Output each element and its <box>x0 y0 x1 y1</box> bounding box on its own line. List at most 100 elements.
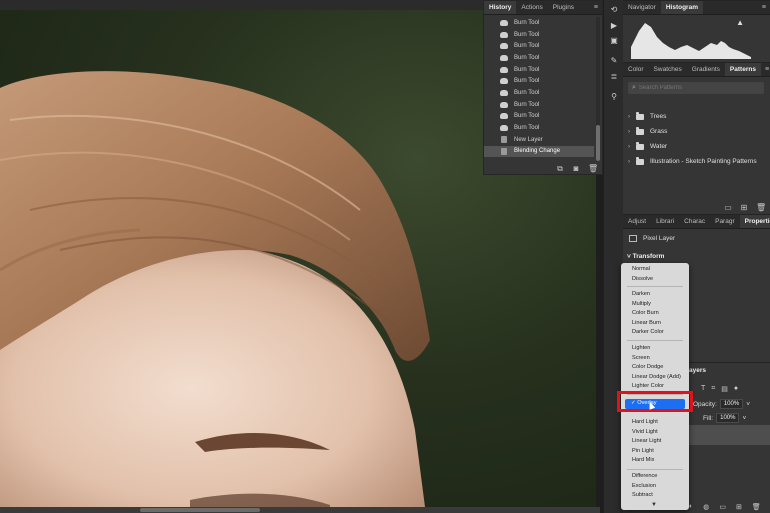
plugins-icon[interactable]: ▣ <box>609 36 619 46</box>
tab-gradients[interactable]: Gradients <box>687 63 725 76</box>
blend-mode-option[interactable]: Color Dodge <box>621 363 689 373</box>
tab-actions[interactable]: Actions <box>516 1 547 14</box>
chevron-right-icon[interactable]: › <box>628 114 636 120</box>
chevron-right-icon[interactable]: › <box>628 159 636 165</box>
blend-mode-option[interactable]: Darker Color <box>621 328 689 338</box>
shape-filter-icon[interactable]: ⌗ <box>711 385 715 393</box>
blend-mode-option[interactable]: Subtract <box>621 491 689 501</box>
history-item[interactable]: Burn Tool <box>484 122 594 134</box>
new-pattern-icon[interactable]: ⊞ <box>740 204 748 212</box>
blend-mode-option[interactable]: Darken <box>621 290 689 300</box>
brush-settings-icon[interactable]: ✎ <box>609 56 619 66</box>
opacity-input[interactable]: 100% <box>719 399 744 409</box>
blend-mode-option[interactable]: Multiply <box>621 300 689 310</box>
scrollbar-thumb[interactable] <box>140 508 260 512</box>
pattern-folder[interactable]: › Trees <box>623 109 770 124</box>
trash-icon[interactable]: 🗑 <box>752 503 761 511</box>
panel-menu-icon[interactable]: ≡ <box>761 63 770 76</box>
history-scroll-thumb[interactable] <box>596 125 600 161</box>
blend-mode-option[interactable]: Exclusion <box>621 482 689 492</box>
history-list: Burn Tool Burn Tool Burn Tool Burn Tool … <box>484 17 594 158</box>
history-item[interactable]: Burn Tool <box>484 40 594 52</box>
panel-menu-icon[interactable]: ≡ <box>590 1 602 14</box>
chevron-right-icon[interactable]: › <box>628 144 636 150</box>
blend-mode-option[interactable]: Color Burn <box>621 309 689 319</box>
blend-mode-option[interactable]: Pin Light <box>621 447 689 457</box>
tab-paragraph[interactable]: Paragr <box>710 215 740 228</box>
snapshot-camera-icon[interactable]: ◙ <box>572 165 580 173</box>
blend-mode-option[interactable]: Hard Light <box>621 418 689 428</box>
layers-footer: ◐ ◍ ▭ ⊞ 🗑 <box>689 503 761 511</box>
canvas-horizontal-scrollbar[interactable] <box>0 507 600 513</box>
blend-mode-option[interactable]: Difference <box>621 472 689 482</box>
transform-section-header[interactable]: ˅ Transform <box>627 253 664 260</box>
history-item[interactable]: Burn Tool <box>484 75 594 87</box>
type-filter-icon[interactable]: T <box>701 385 705 393</box>
blend-mode-option[interactable]: Hard Mix <box>621 456 689 466</box>
filter-toggle-icon[interactable]: ● <box>734 385 738 393</box>
tab-patterns[interactable]: Patterns <box>724 63 761 76</box>
layer-mask-icon[interactable]: ◐ <box>689 503 693 511</box>
blend-mode-dropdown[interactable]: Normal Dissolve Darken Multiply Color Bu… <box>621 263 689 510</box>
tab-navigator[interactable]: Navigator <box>623 1 661 14</box>
blend-mode-option[interactable]: Vivid Light <box>621 428 689 438</box>
blend-mode-option[interactable]: Screen <box>621 354 689 364</box>
trash-icon[interactable]: 🗑 <box>756 204 766 212</box>
cache-warning-icon[interactable]: ▲ <box>736 18 744 27</box>
trash-icon[interactable]: 🗑 <box>588 165 598 173</box>
opacity-dropdown-icon[interactable]: ˅ <box>746 401 750 408</box>
pattern-folder[interactable]: › Illustration - Sketch Painting Patterns <box>623 154 770 169</box>
tab-libraries[interactable]: Librari <box>651 215 679 228</box>
pattern-folder[interactable]: › Grass <box>623 124 770 139</box>
history-item-label: New Layer <box>514 136 543 143</box>
blend-mode-option[interactable]: Linear Dodge (Add) <box>621 373 689 383</box>
smart-object-filter-icon[interactable]: ▤ <box>721 385 728 393</box>
tab-character[interactable]: Charac <box>679 215 710 228</box>
history-item[interactable]: Burn Tool <box>484 52 594 64</box>
panel-menu-icon[interactable]: ≡ <box>758 1 770 14</box>
blend-mode-option[interactable]: Dissolve <box>621 275 689 285</box>
new-document-from-state-icon[interactable]: ⧉ <box>556 165 564 173</box>
tab-plugins[interactable]: Plugins <box>548 1 579 14</box>
history-item[interactable]: Burn Tool <box>484 111 594 123</box>
history-item[interactable]: Burn Tool <box>484 64 594 76</box>
history-panel-icon[interactable]: ⟲ <box>609 5 619 15</box>
overlay-highlight-box <box>617 391 693 412</box>
tab-swatches[interactable]: Swatches <box>649 63 687 76</box>
history-item[interactable]: Burn Tool <box>484 29 594 41</box>
history-item[interactable]: Burn Tool <box>484 99 594 111</box>
scroll-down-arrow-icon[interactable]: ▼ <box>651 502 657 508</box>
layer-row[interactable] <box>687 425 770 445</box>
history-item[interactable]: Burn Tool <box>484 17 594 29</box>
tab-properties[interactable]: Properties <box>739 215 770 228</box>
pixel-layer-header: Pixel Layer <box>629 235 675 242</box>
pattern-folder[interactable]: › Water <box>623 139 770 154</box>
history-item[interactable]: Burn Tool <box>484 87 594 99</box>
pattern-folder-label: Water <box>650 143 668 150</box>
tab-color[interactable]: Color <box>623 63 649 76</box>
tab-adjustments[interactable]: Adjust <box>623 215 651 228</box>
fill-dropdown-icon[interactable]: ˅ <box>742 415 746 422</box>
history-item-selected[interactable]: Blending Change <box>484 145 594 158</box>
tab-history[interactable]: History <box>484 1 517 14</box>
clone-source-icon[interactable]: ⚲ <box>609 92 619 102</box>
burn-tool-icon <box>500 66 508 73</box>
new-layer-icon[interactable]: ⊞ <box>736 503 742 511</box>
fill-input[interactable]: 100% <box>716 413 740 423</box>
patterns-search[interactable]: ⌕ <box>628 82 764 94</box>
new-group-folder-icon[interactable]: ▭ <box>724 204 732 212</box>
adjustments-icon[interactable]: ≣ <box>609 72 619 82</box>
history-scrollbar[interactable] <box>596 17 600 161</box>
layer-filter-icons: T ⌗ ▤ ● <box>701 385 738 393</box>
chevron-right-icon[interactable]: › <box>628 129 636 135</box>
blend-mode-option[interactable]: Lighten <box>621 344 689 354</box>
adjustment-layer-icon[interactable]: ◍ <box>703 503 709 511</box>
patterns-search-input[interactable] <box>638 85 749 91</box>
blend-mode-option[interactable]: Linear Light <box>621 437 689 447</box>
play-actions-icon[interactable]: ▶ <box>609 21 619 31</box>
history-item[interactable]: New Layer <box>484 134 594 146</box>
tab-histogram[interactable]: Histogram <box>660 1 703 14</box>
new-group-icon[interactable]: ▭ <box>719 503 726 511</box>
blend-mode-option[interactable]: Linear Burn <box>621 319 689 329</box>
blend-mode-option[interactable]: Normal <box>621 265 689 275</box>
